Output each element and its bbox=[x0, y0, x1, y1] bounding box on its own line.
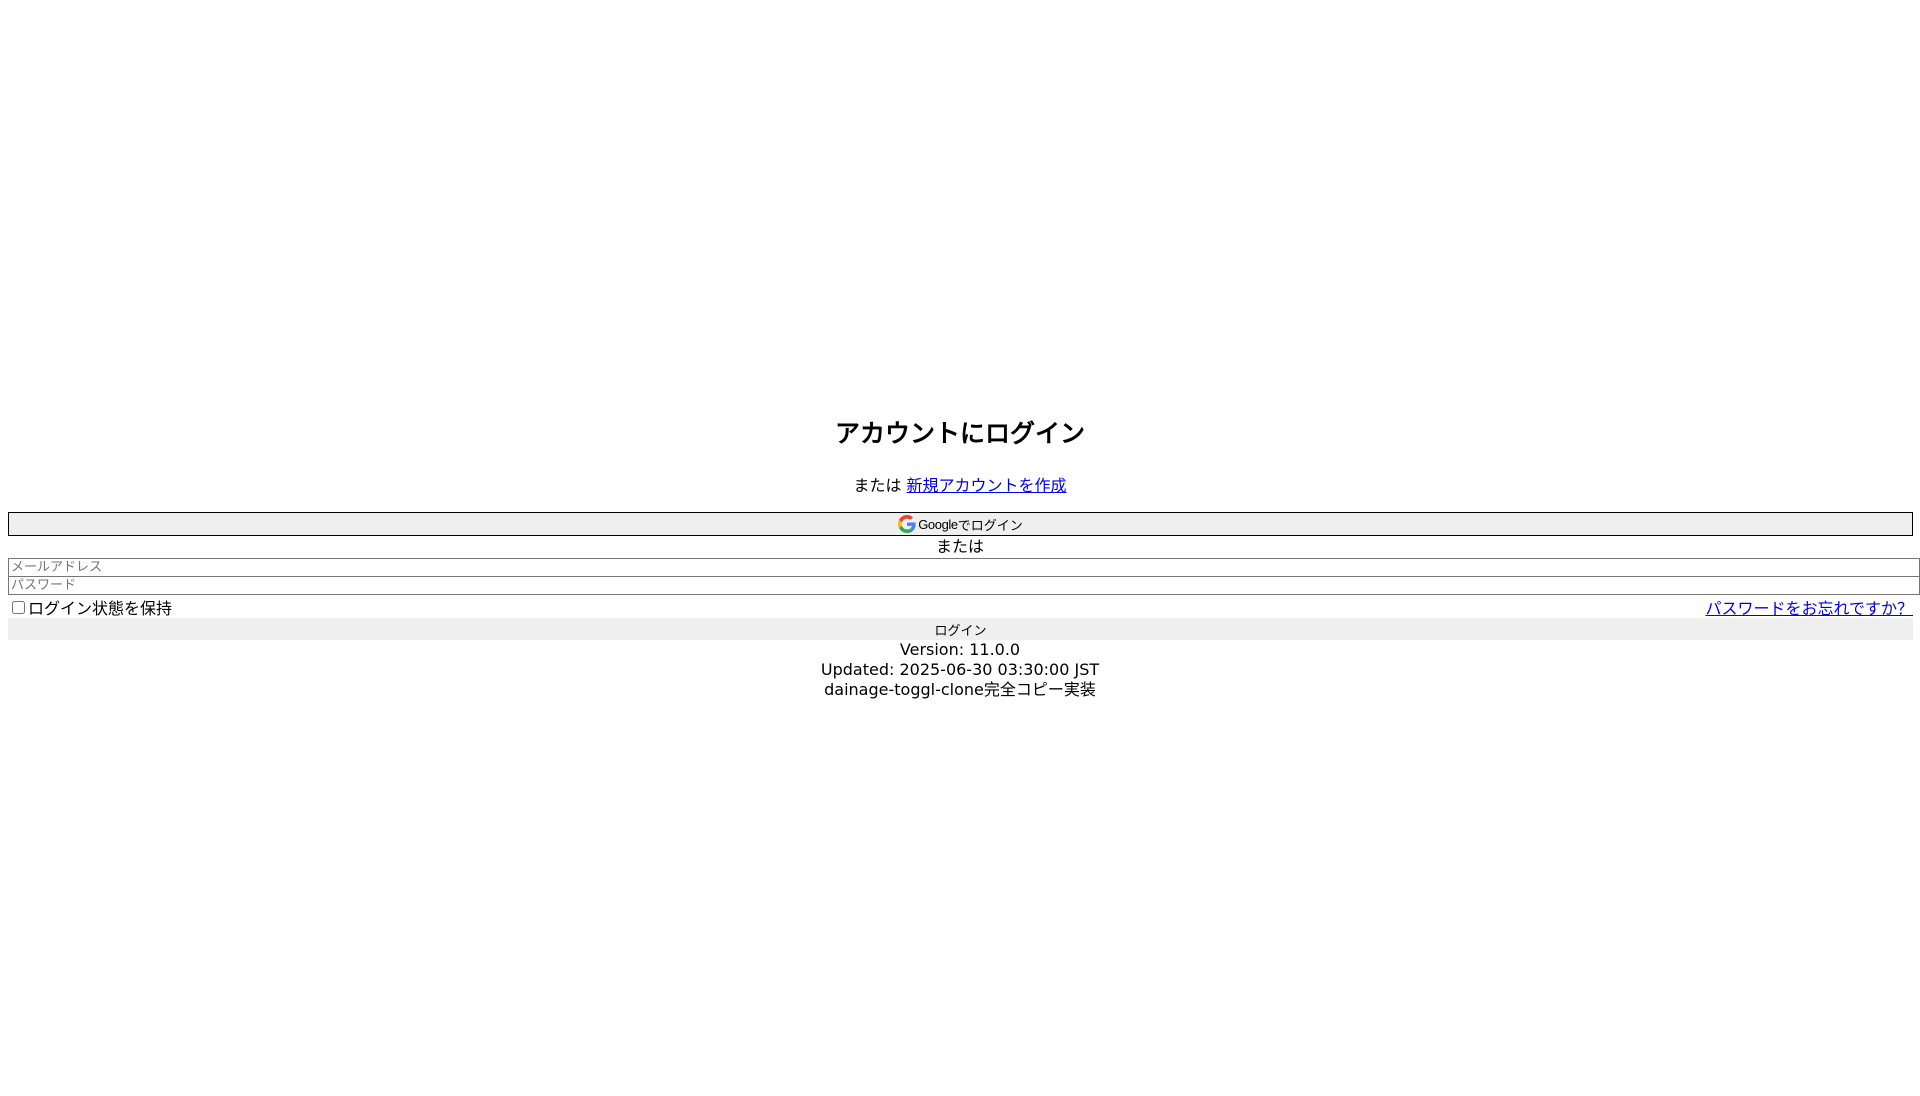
signup-prompt: または 新規アカウントを作成 bbox=[8, 476, 1912, 496]
google-button-label: でログイン bbox=[957, 517, 1023, 533]
login-options-row: ログイン状態を保持 パスワードをお忘れですか？ bbox=[8, 596, 1913, 618]
signup-prompt-text: または bbox=[853, 476, 902, 495]
create-account-link[interactable]: 新規アカウントを作成 bbox=[907, 476, 1067, 495]
google-icon bbox=[898, 515, 916, 533]
page-title: アカウントにログイン bbox=[834, 419, 1085, 448]
password-field[interactable] bbox=[8, 576, 1920, 595]
remember-me[interactable]: ログイン状態を保持 bbox=[8, 595, 172, 619]
login-page: アカウントにログイン または 新規アカウントを作成 Google でログイン また… bbox=[0, 0, 1920, 1096]
google-button-brand: Google bbox=[918, 516, 958, 532]
login-submit-button[interactable]: ログイン bbox=[8, 618, 1913, 640]
footer-note: dainage-toggl-clone完全コピー実装 bbox=[824, 680, 1096, 699]
remember-me-label: ログイン状態を保持 bbox=[28, 599, 173, 618]
google-login-button[interactable]: Google でログイン bbox=[8, 512, 1913, 536]
version-footer: Version: 11.0.0 Updated: 2025-06-30 03:3… bbox=[8, 640, 1912, 700]
forgot-password-link[interactable]: パスワードをお忘れですか？ bbox=[1705, 595, 1913, 619]
login-container: アカウントにログイン または 新規アカウントを作成 Google でログイン また… bbox=[8, 414, 1920, 700]
email-field[interactable] bbox=[8, 558, 1920, 577]
updated-text: Updated: 2025-06-30 03:30:00 JST bbox=[820, 660, 1100, 679]
version-text: Version: 11.0.0 bbox=[899, 640, 1021, 659]
or-divider: または bbox=[935, 537, 984, 556]
remember-me-checkbox[interactable] bbox=[12, 600, 25, 614]
